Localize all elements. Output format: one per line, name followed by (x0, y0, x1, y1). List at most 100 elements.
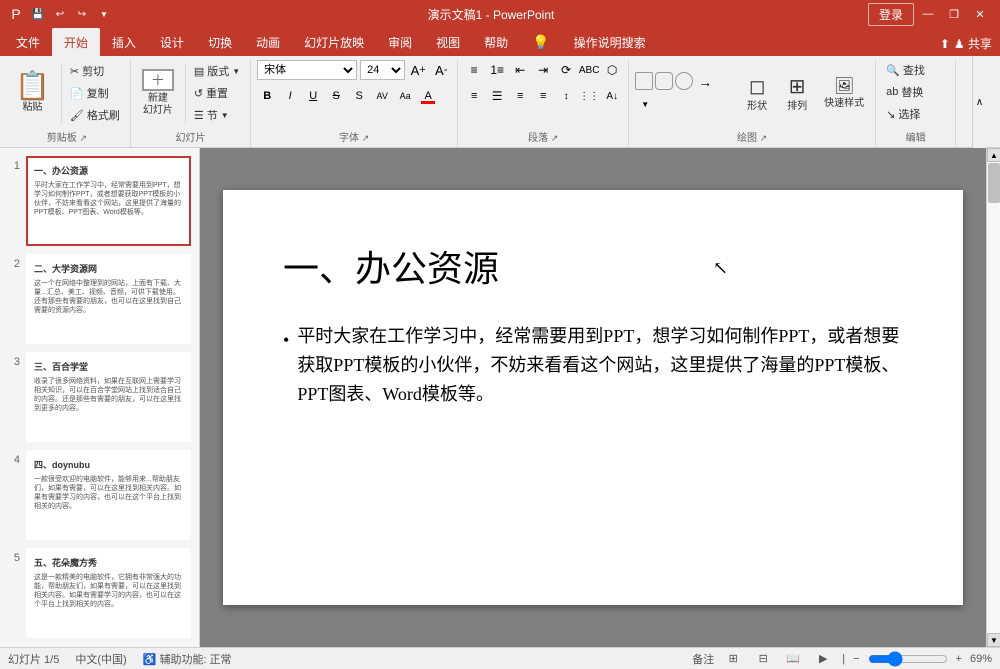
tab-ops-search[interactable]: 操作说明搜索 (562, 28, 658, 56)
normal-view-btn[interactable]: ⊞ (722, 651, 744, 667)
save-quick-btn[interactable]: 💾 (28, 4, 48, 24)
bold-button[interactable]: B (257, 86, 277, 106)
slide-thumb-4[interactable]: 4 四、doynubu 一款很受欢迎的电脑软件，能够用来...帮助朋友们，如果有… (8, 450, 191, 540)
font-color-button[interactable]: A (418, 86, 438, 106)
shape-rect[interactable] (635, 72, 653, 90)
reset-button[interactable]: ↺ 重置 (190, 83, 244, 103)
slide-preview-4[interactable]: 四、doynubu 一款很受欢迎的电脑软件，能够用来...帮助朋友们，如果有需要… (26, 450, 191, 540)
tab-help[interactable]: 帮助 (472, 28, 520, 56)
smartart-button[interactable]: ⬡ (602, 60, 622, 80)
quick-access-toolbar: 💾 ↩ ↪ ▼ (28, 4, 114, 24)
shape-rounded-rect[interactable] (655, 72, 673, 90)
scroll-track[interactable] (987, 162, 1000, 633)
font-spacing-button[interactable]: AV (372, 86, 392, 106)
decrease-font-button[interactable]: A- (431, 60, 451, 80)
underline-button[interactable]: U (303, 86, 323, 106)
slide-thumb-3[interactable]: 3 三、百合学堂 收录了很多网络资料，如果在互联网上需要学习相关知识，可以在百合… (8, 352, 191, 442)
tab-file[interactable]: 文件 (4, 28, 52, 56)
slide-thumb-1[interactable]: 1 一、办公资源 平时大家在工作学习中，经常需要用到PPT，想学习如何制作PPT… (8, 156, 191, 246)
justify-button[interactable]: ≡ (533, 86, 553, 106)
layout-button[interactable]: ▤ 版式 ▼ (190, 61, 244, 81)
customize-quick-btn[interactable]: ▼ (94, 4, 114, 24)
paste-button[interactable]: 📋 粘贴 (10, 63, 55, 123)
bullets-button[interactable]: ≡ (464, 60, 484, 80)
separator: | (842, 653, 845, 665)
tab-insert[interactable]: 插入 (100, 28, 148, 56)
replace-button[interactable]: ab 替换 (882, 82, 927, 102)
tab-slideshow[interactable]: 幻灯片放映 (292, 28, 376, 56)
scroll-up-button[interactable]: ▲ (987, 148, 1000, 162)
tab-animations[interactable]: 动画 (244, 28, 292, 56)
slide-thumb-2[interactable]: 2 二、大学资源网 这一个在网络中整理到的网站，上面有下载、大量...汇总、美工… (8, 254, 191, 344)
slide-preview-3[interactable]: 三、百合学堂 收录了很多网络资料，如果在互联网上需要学习相关知识，可以在百合学堂… (26, 352, 191, 442)
close-button[interactable]: ✕ (968, 4, 992, 24)
shape-button[interactable]: ◻ 形状 (739, 66, 775, 121)
slide-sorter-btn[interactable]: ⊟ (752, 651, 774, 667)
cut-label: 剪切 (82, 63, 104, 79)
align-left-button[interactable]: ≡ (464, 86, 484, 106)
slideshow-view-btn[interactable]: ▶ (812, 651, 834, 667)
change-case-button[interactable]: Aa (395, 86, 415, 106)
shadow-button[interactable]: S (349, 86, 369, 106)
columns-button[interactable]: ⋮⋮ (579, 86, 599, 106)
ribbon-collapse-button[interactable]: ∧ (972, 56, 986, 148)
quick-style-button[interactable]: 🖼 快速样式 (819, 66, 869, 121)
text-shadow-btn[interactable]: A↓ (602, 86, 622, 106)
italic-button[interactable]: I (280, 86, 300, 106)
app-icon: P (8, 6, 24, 22)
scroll-thumb[interactable] (988, 163, 1000, 203)
section-button[interactable]: ☰ 节 ▼ (190, 105, 244, 125)
restore-button[interactable]: ❐ (942, 4, 966, 24)
find-button[interactable]: 🔍 查找 (882, 60, 929, 80)
slide-canvas[interactable]: 一、办公资源 ↖ • 平时大家在工作学习中，经常需要用到PPT，想学习如何制作P… (223, 190, 963, 605)
minimize-button[interactable]: — (916, 4, 940, 24)
tab-light-icon[interactable]: 💡 (520, 28, 561, 56)
share-button[interactable]: ⬆ ♟ 共享 (940, 35, 992, 52)
slide-1-title: 一、办公资源 (34, 164, 183, 177)
align-center-button[interactable]: ☰ (487, 86, 507, 106)
tab-design[interactable]: 设计 (148, 28, 196, 56)
strikethrough-button[interactable]: S (326, 86, 346, 106)
redo-quick-btn[interactable]: ↪ (72, 4, 92, 24)
font-row2: B I U S S AV Aa A (257, 86, 438, 106)
indent-decrease-button[interactable]: ⇤ (510, 60, 530, 80)
quick-style-label: 快速样式 (824, 98, 864, 110)
tab-view[interactable]: 视图 (424, 28, 472, 56)
slide-preview-2[interactable]: 二、大学资源网 这一个在网络中整理到的网站，上面有下载、大量...汇总、美工、视… (26, 254, 191, 344)
increase-font-button[interactable]: A+ (408, 60, 428, 80)
cut-button[interactable]: ✂ 剪切 (66, 61, 124, 81)
indent-increase-button[interactable]: ⇥ (533, 60, 553, 80)
tab-home[interactable]: 开始 (52, 28, 100, 56)
format-painter-button[interactable]: 🖌 格式刷 (66, 105, 124, 125)
title-bar-left: P 💾 ↩ ↪ ▼ (8, 4, 114, 24)
notes-btn[interactable]: 备注 (692, 651, 714, 667)
new-slide-button[interactable]: ＋ 新建幻灯片 (137, 63, 179, 123)
slide-thumb-5[interactable]: 5 五、花朵魔方秀 这是一款精美的电脑软件，它拥有非常强大的功能，帮助朋友们，如… (8, 548, 191, 638)
reading-view-btn[interactable]: 📖 (782, 651, 804, 667)
slide-preview-5[interactable]: 五、花朵魔方秀 这是一款精美的电脑软件，它拥有非常强大的功能，帮助朋友们，如果有… (26, 548, 191, 638)
zoom-slider[interactable] (868, 654, 948, 664)
zoom-plus: + (956, 653, 962, 665)
tab-transitions[interactable]: 切换 (196, 28, 244, 56)
select-button[interactable]: ↘ 选择 (882, 104, 924, 124)
select-icon: ↘ (886, 108, 895, 121)
scroll-down-button[interactable]: ▼ (987, 633, 1000, 647)
line-spacing-button[interactable]: ↕ (556, 86, 576, 106)
shape-arrow[interactable]: → (695, 72, 715, 92)
copy-button[interactable]: 📄 复制 (66, 83, 124, 103)
slide-5-title: 五、花朵魔方秀 (34, 556, 183, 569)
font-size-select[interactable]: 24 (360, 60, 405, 80)
slide-preview-1[interactable]: 一、办公资源 平时大家在工作学习中，经常需要用到PPT，想学习如何制作PPT，或… (26, 156, 191, 246)
text-direction-button[interactable]: ⟳ (556, 60, 576, 80)
font-name-select[interactable]: 宋体 (257, 60, 357, 80)
login-button[interactable]: 登录 (868, 3, 914, 26)
shape-ellipse[interactable] (675, 72, 693, 90)
slide-bullet-1: • 平时大家在工作学习中，经常需要用到PPT，想学习如何制作PPT，或者想要获取… (283, 322, 903, 408)
undo-quick-btn[interactable]: ↩ (50, 4, 70, 24)
arrange-button[interactable]: ⊞ 排列 (779, 66, 815, 121)
tab-review[interactable]: 审阅 (376, 28, 424, 56)
numbering-button[interactable]: 1≡ (487, 60, 507, 80)
shapes-more[interactable]: ▼ (635, 94, 655, 114)
convert-button[interactable]: ABC (579, 60, 599, 80)
align-right-button[interactable]: ≡ (510, 86, 530, 106)
